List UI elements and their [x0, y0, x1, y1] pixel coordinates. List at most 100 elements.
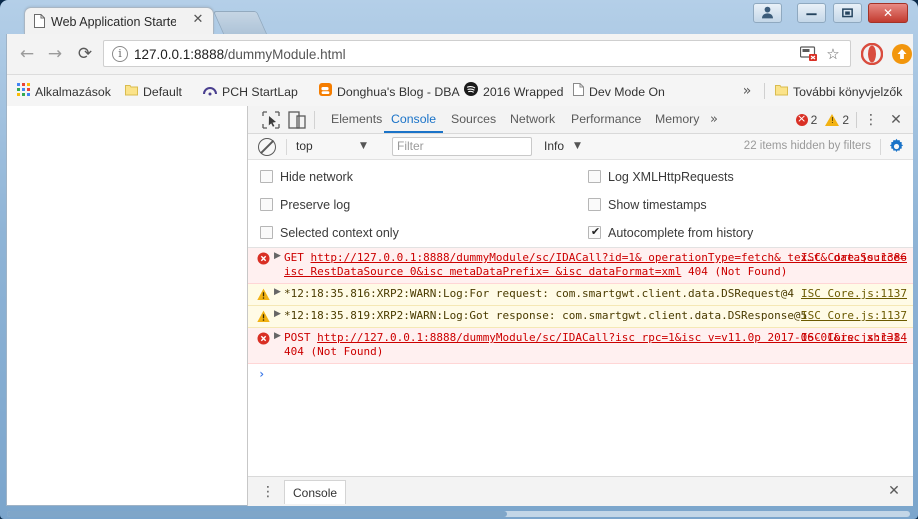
- user-account-button[interactable]: [752, 3, 782, 23]
- filterbar-separator: [286, 139, 287, 155]
- folder-icon: [775, 82, 788, 102]
- gear-icon[interactable]: [888, 138, 905, 155]
- filterbar-separator: [880, 139, 881, 155]
- chevron-down-icon[interactable]: ▼: [574, 137, 581, 156]
- checkbox[interactable]: [588, 224, 602, 240]
- bookmark-label: További könyvjelzők: [793, 84, 903, 99]
- http-status: 404 (Not Found): [687, 265, 788, 278]
- checkbox[interactable]: [260, 226, 273, 239]
- console-message-warning[interactable]: ▶ *12:18:35.819:XRP2:WARN:Log:Got respon…: [248, 306, 913, 328]
- devtools-toolbar: Elements Console Sources Network Perform…: [248, 106, 913, 134]
- console-message-error[interactable]: ▶ POST http://127.0.0.1:8888/dummyModule…: [248, 328, 913, 364]
- forward-icon[interactable]: →: [43, 42, 67, 66]
- bookmark-2016-wrapped[interactable]: 2016 Wrapped: [464, 81, 563, 101]
- reload-icon[interactable]: ⟳: [73, 42, 97, 66]
- setting-label: Hide network: [280, 170, 353, 184]
- toggle-device-toolbar-icon[interactable]: [286, 110, 308, 130]
- console-prompt[interactable]: ›: [248, 364, 913, 386]
- drawer-close-icon[interactable]: ✕: [885, 482, 903, 500]
- source-link[interactable]: ISC Core.js:1386: [801, 251, 907, 264]
- checkbox[interactable]: [588, 170, 601, 183]
- inspect-element-icon[interactable]: [260, 110, 282, 130]
- console-message-warning[interactable]: ▶ *12:18:35.816:XRP2:WARN:Log:For reques…: [248, 284, 913, 306]
- issue-counts[interactable]: 22: [795, 111, 849, 129]
- bookmark-label: Donghua's Blog - DBA: [337, 84, 460, 99]
- tab-memory[interactable]: Memory: [648, 106, 706, 133]
- setting-label: Preserve log: [280, 198, 351, 212]
- console-message-error[interactable]: ▶ GET http://127.0.0.1:8888/dummyModule/…: [248, 248, 913, 284]
- devtools-panel: Elements Console Sources Network Perform…: [247, 106, 913, 506]
- tab-elements[interactable]: Elements: [324, 106, 389, 133]
- checkbox[interactable]: [260, 198, 273, 211]
- error-count: 2: [810, 113, 818, 127]
- devtools-menu-icon[interactable]: ⋮: [862, 110, 880, 130]
- devtools-close-icon[interactable]: ✕: [887, 110, 905, 130]
- new-tab-button[interactable]: [212, 11, 268, 34]
- bookmark-label: Default: [143, 84, 182, 99]
- orange-extension-icon[interactable]: [891, 43, 913, 65]
- tab-console[interactable]: Console: [384, 106, 444, 133]
- bookmark-star-icon[interactable]: ☆: [824, 45, 842, 63]
- bookmark-other-bookmarks[interactable]: További könyvjelzők: [775, 81, 902, 101]
- setting-label: Autocomplete from history: [608, 226, 754, 240]
- expand-arrow-icon[interactable]: ▶: [274, 309, 281, 319]
- checkbox[interactable]: [588, 198, 601, 211]
- url-host: 127.0.0.1:8888: [134, 47, 225, 62]
- clear-console-icon[interactable]: [258, 138, 276, 156]
- tab-sources[interactable]: Sources: [444, 106, 503, 133]
- maximize-button[interactable]: [832, 3, 862, 23]
- bookmark-default[interactable]: Default: [125, 81, 182, 101]
- browser-tab[interactable]: Web Application Starter ✕: [24, 7, 214, 34]
- address-bar[interactable]: i 127.0.0.1:8888/dummyModule.html ☆: [103, 40, 851, 67]
- console-message-list[interactable]: ▶ GET http://127.0.0.1:8888/dummyModule/…: [248, 248, 913, 463]
- window-caption-buttons: ✕: [751, 3, 908, 25]
- page-viewport: Elements Console Sources Network Perform…: [6, 106, 913, 506]
- user-icon: [761, 6, 773, 19]
- expand-arrow-icon[interactable]: ▶: [274, 287, 281, 297]
- tab-close-icon[interactable]: ✕: [191, 12, 205, 26]
- filter-input[interactable]: Filter: [392, 137, 532, 156]
- minimize-icon: [806, 13, 817, 16]
- toolbar-separator: [314, 111, 315, 129]
- minimize-button[interactable]: [797, 3, 827, 23]
- expand-arrow-icon[interactable]: ▶: [274, 251, 281, 261]
- warning-badge-icon: [825, 114, 840, 126]
- page-icon: [34, 14, 45, 28]
- tab-performance[interactable]: Performance: [564, 106, 648, 133]
- source-link[interactable]: ISC Core.js:1384: [801, 331, 907, 344]
- more-tabs-icon[interactable]: »: [710, 106, 718, 133]
- http-status: 404 (Not Found): [284, 345, 384, 358]
- bookmark-dev-mode-on[interactable]: Dev Mode On: [573, 81, 665, 101]
- http-verb: GET: [284, 251, 304, 264]
- drawer-menu-icon[interactable]: ⋮: [260, 483, 276, 501]
- source-link[interactable]: ISC Core.js:1137: [801, 287, 907, 300]
- bookmark-pch-startlap[interactable]: PCH StartLap: [203, 81, 298, 101]
- horizontal-scrollbar[interactable]: [7, 511, 910, 517]
- execution-context-select[interactable]: top: [296, 137, 386, 156]
- drawer-tab-console[interactable]: Console: [284, 480, 347, 504]
- navigation-bar: ← → ⟳ i 127.0.0.1:8888/dummyModule.html …: [7, 34, 913, 74]
- http-verb: POST: [284, 331, 311, 344]
- bookmark-donghuas-blog[interactable]: Donghua's Blog - DBA: [319, 81, 460, 101]
- toolbar-separator: [856, 112, 857, 128]
- maximize-icon: [841, 8, 853, 18]
- source-link[interactable]: ISC Core.js:1137: [801, 309, 907, 322]
- scrollbar-thumb[interactable]: [7, 511, 507, 517]
- setting-label: Log XMLHttpRequests: [608, 170, 734, 184]
- opera-extension-icon[interactable]: [860, 42, 884, 66]
- bookmark-label: PCH StartLap: [222, 84, 298, 99]
- page-info-icon[interactable]: i: [112, 46, 128, 62]
- bookmark-apps[interactable]: Alkalmazások: [17, 81, 111, 101]
- bookmarks-bar: Alkalmazások Default PCH StartLap Donghu…: [7, 74, 913, 106]
- chevron-down-icon[interactable]: ▼: [360, 137, 367, 156]
- cast-blocked-icon[interactable]: [800, 46, 818, 62]
- tab-network[interactable]: Network: [503, 106, 562, 133]
- bookmarks-overflow-icon[interactable]: »: [737, 81, 757, 101]
- back-icon[interactable]: ←: [15, 42, 39, 66]
- setting-label: Selected context only: [280, 226, 399, 240]
- checkbox[interactable]: [260, 170, 273, 183]
- error-icon: [257, 332, 270, 345]
- expand-arrow-icon[interactable]: ▶: [274, 331, 281, 341]
- window-close-button[interactable]: ✕: [868, 3, 908, 23]
- pch-icon: [203, 82, 217, 102]
